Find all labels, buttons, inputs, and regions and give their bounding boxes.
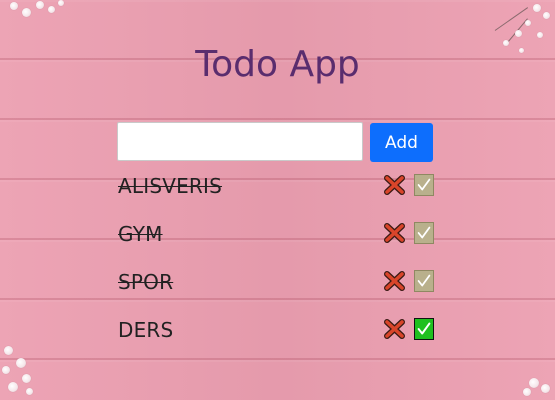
cross-mark-icon[interactable] bbox=[384, 174, 406, 196]
todo-text: ALISVERIS bbox=[118, 174, 223, 198]
add-button[interactable]: Add bbox=[370, 123, 433, 162]
todo-item: ALISVERIS bbox=[117, 168, 437, 216]
todo-item: SPOR bbox=[117, 264, 437, 312]
todo-text: DERS bbox=[118, 318, 174, 342]
decorative-flowers-bottom-right bbox=[515, 372, 555, 400]
todo-item: GYM bbox=[117, 216, 437, 264]
todo-list: ALISVERIS GYM SPOR DERS bbox=[117, 168, 437, 360]
todo-text: SPOR bbox=[118, 270, 174, 294]
check-mark-icon[interactable] bbox=[414, 174, 434, 196]
task-input[interactable] bbox=[117, 122, 363, 161]
cross-mark-icon[interactable] bbox=[384, 318, 406, 340]
cross-mark-icon[interactable] bbox=[384, 222, 406, 244]
check-mark-icon[interactable] bbox=[414, 270, 434, 292]
decorative-flowers-top-left bbox=[0, 0, 70, 24]
check-mark-icon[interactable] bbox=[414, 222, 434, 244]
todo-item: DERS bbox=[117, 312, 437, 360]
cross-mark-icon[interactable] bbox=[384, 270, 406, 292]
check-mark-icon[interactable] bbox=[414, 318, 434, 340]
decorative-flowers-bottom-left bbox=[0, 340, 40, 400]
todo-text: GYM bbox=[118, 222, 163, 246]
page-title: Todo App bbox=[195, 44, 360, 85]
